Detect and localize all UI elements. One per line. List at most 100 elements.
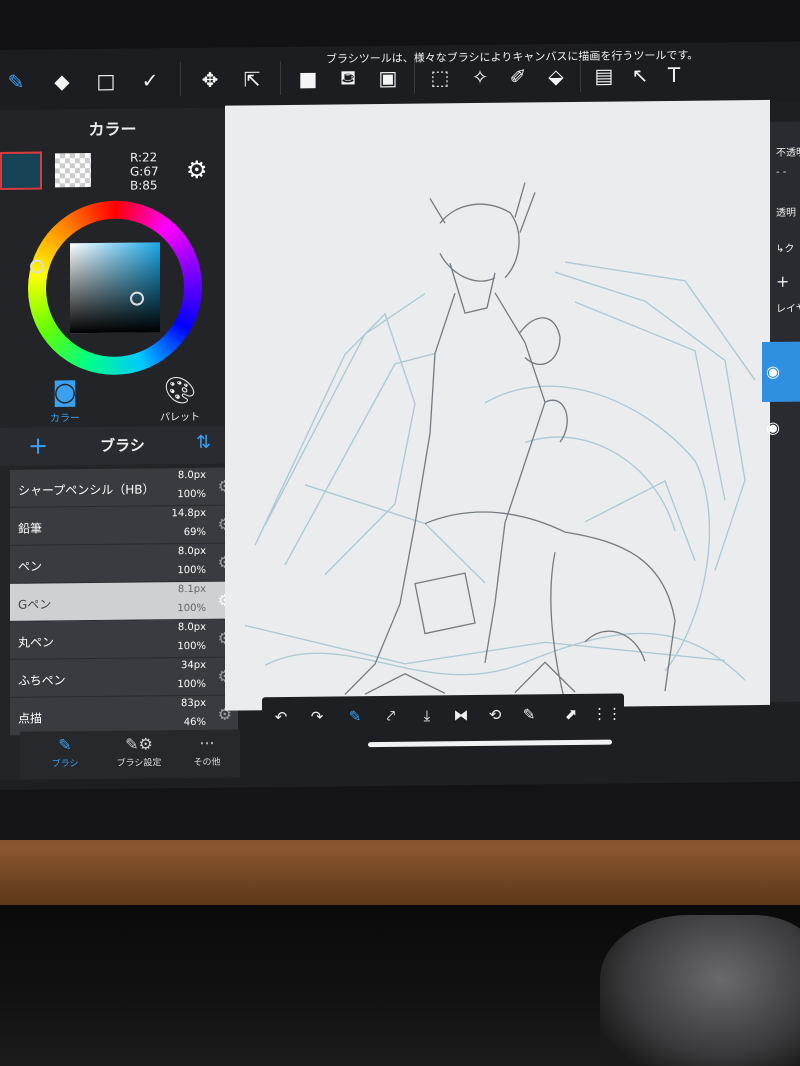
brush-size: 34px <box>181 659 206 672</box>
brush-item-selected[interactable]: Gペン 8.1px 100% ⚙ <box>10 581 238 622</box>
sort-brush-icon[interactable]: ⇅ <box>196 432 211 453</box>
add-brush-icon[interactable]: + <box>28 431 48 459</box>
brush-name: 点描 <box>18 711 43 726</box>
brush-item[interactable]: ペン 8.0px 100% ⚙ <box>10 543 238 584</box>
undo-icon[interactable]: ↶ <box>268 705 294 729</box>
bucket-tool-icon[interactable]: ⛾ <box>334 64 362 92</box>
tab-brush-settings[interactable]: ✎⚙ ブラシ設定 <box>104 734 174 769</box>
tab-palette-label: パレット <box>160 411 200 424</box>
brush-opacity: 100% <box>177 564 206 577</box>
layer-visible-eye-icon[interactable]: ◉ <box>766 362 780 381</box>
transform-tool-icon[interactable]: ⇱ <box>238 65 266 93</box>
edit-square-icon[interactable]: ✎ <box>516 702 542 726</box>
add-layer-icon[interactable]: + <box>776 272 789 291</box>
brush-size: 8.1px <box>177 583 206 596</box>
brush-size: 8.0px <box>177 545 206 558</box>
brush-name: ふちペン <box>18 673 66 688</box>
brush-quick-icon[interactable]: ✎ <box>342 704 368 728</box>
color-settings-gear-icon[interactable]: ⚙ <box>186 156 208 184</box>
fill-square-icon[interactable]: ■ <box>294 65 322 93</box>
layer-list-label: レイヤ <box>776 303 800 315</box>
tab-color-label: カラー <box>50 413 80 425</box>
home-indicator-bar <box>368 739 612 748</box>
tab-more[interactable]: ··· その他 <box>172 733 242 768</box>
brush-name: Gペン <box>18 597 52 612</box>
eyedropper-icon[interactable]: ⤤ <box>378 704 404 728</box>
tab-more-label: その他 <box>193 757 221 768</box>
frame-divide-icon[interactable]: ▤ <box>590 62 618 90</box>
toolbar-divider <box>414 59 415 94</box>
brush-item[interactable]: ふちペン 34px 100% ⚙ <box>10 657 238 698</box>
brush-list: シャープペンシル（HB） 8.0px 100% ⚙ 鉛筆 14.8px 69% … <box>10 467 238 736</box>
brush-size: 8.0px <box>177 469 206 482</box>
brush-bottom-tabs: ✎ ブラシ ✎⚙ ブラシ設定 ··· その他 <box>20 729 242 780</box>
sketch-drawing <box>244 182 756 703</box>
shape-tool-icon[interactable]: □ <box>92 67 120 95</box>
brush-panel-title: ブラシ <box>100 436 145 455</box>
magic-wand-icon[interactable]: ✧ <box>466 63 494 91</box>
tab-palette[interactable]: 🎨︎ パレット <box>140 376 220 424</box>
brush-item[interactable]: シャープペンシル（HB） 8.0px 100% ⚙ <box>10 467 238 508</box>
chair-background <box>600 915 800 1066</box>
opacity-label: 不透明 <box>776 147 800 159</box>
opacity-slider[interactable]: - - <box>776 167 786 178</box>
expand-arrow-icon[interactable]: ⬈ <box>558 702 584 726</box>
select-check-icon[interactable]: ✓ <box>136 66 164 94</box>
brush-item[interactable]: 丸ペン 8.0px 100% ⚙ <box>10 619 238 660</box>
brush-opacity: 69% <box>183 526 206 539</box>
canvas-quick-toolbar: ↶ ↷ ✎ ⤤ ⤓ ⧓ ⟲ ✎ ⬈ ⋮⋮ <box>262 693 624 738</box>
tab-brush[interactable]: ✎ ブラシ <box>30 735 100 770</box>
eraser-tool-icon[interactable]: ◆ <box>48 67 76 95</box>
brush-size: 8.0px <box>177 621 206 634</box>
download-icon[interactable]: ⤓ <box>414 703 440 727</box>
brush-name: シャープペンシル（HB） <box>18 482 155 498</box>
tab-brush-settings-label: ブラシ設定 <box>116 758 162 769</box>
brush-opacity: 100% <box>177 640 206 653</box>
brush-tool-icon[interactable]: ✎ <box>2 68 30 96</box>
rotate-reset-icon[interactable]: ⟲ <box>482 703 508 727</box>
sub-color-swatch[interactable] <box>55 153 91 188</box>
toolbar-divider <box>280 61 281 96</box>
hue-picker-knob[interactable] <box>30 259 44 274</box>
sv-picker-knob[interactable] <box>130 291 144 306</box>
redo-icon[interactable]: ↷ <box>304 705 330 729</box>
palette-icon: 🎨︎ <box>163 375 197 407</box>
select-pen-icon[interactable]: ✐ <box>504 62 532 90</box>
brush-name: 鉛筆 <box>18 521 43 536</box>
move-tool-icon[interactable]: ✥ <box>196 66 224 94</box>
green-value: G:67 <box>130 164 159 179</box>
clip-button[interactable]: ↳ク <box>776 240 794 255</box>
tablet-screen: ブラシツールは、様々なブラシによりキャンバスに描画を行うツールです。 ✎ ◆ □… <box>0 41 800 790</box>
clip-label: ク <box>784 243 795 255</box>
select-rect-icon[interactable]: ⬚ <box>426 63 454 91</box>
gradient-tool-icon[interactable]: ▣ <box>374 64 402 92</box>
color-tab-icon: ◙ <box>52 377 78 408</box>
brush-opacity: 100% <box>177 678 206 691</box>
color-brush-panel: カラー R:22 G:67 B:85 ⚙ ◙ カラー 🎨︎ パレット + ブラシ… <box>0 107 240 780</box>
toolbar-divider <box>580 57 581 92</box>
grid-dots-icon[interactable]: ⋮⋮ <box>592 702 622 726</box>
blue-value: B:85 <box>130 178 158 193</box>
brush-settings-icon: ✎⚙ <box>125 734 153 754</box>
rgb-readout: R:22 G:67 B:85 <box>130 150 159 192</box>
transparent-button[interactable]: 透明 <box>776 204 796 219</box>
operation-tool-icon[interactable]: ↖ <box>626 61 654 89</box>
flip-horizontal-icon[interactable]: ⧓ <box>448 703 474 727</box>
brush-item[interactable]: 鉛筆 14.8px 69% ⚙ <box>10 505 238 546</box>
saturation-value-square[interactable] <box>70 242 160 334</box>
main-color-swatch[interactable] <box>0 151 42 190</box>
tab-color[interactable]: ◙ カラー <box>30 377 100 425</box>
red-value: R:22 <box>130 150 158 165</box>
brush-tab-icon: ✎ <box>58 735 72 755</box>
brush-opacity: 46% <box>183 716 206 729</box>
top-toolbar: ブラシツールは、様々なブラシによりキャンバスに描画を行うツールです。 ✎ ◆ □… <box>0 41 800 110</box>
layer-visible-eye-icon[interactable]: ◉ <box>766 418 780 437</box>
brush-size: 83px <box>181 697 206 710</box>
color-panel-title: カラー <box>88 119 137 140</box>
layer-panel: 不透明 - - 透明 ↳ク + レイヤ <box>770 121 800 702</box>
brush-name: 丸ペン <box>18 635 55 650</box>
select-eraser-icon[interactable]: ⬙ <box>542 62 570 90</box>
text-tool-icon[interactable]: T <box>660 61 688 89</box>
more-dots-icon: ··· <box>199 733 215 753</box>
brush-name: ペン <box>18 559 43 574</box>
